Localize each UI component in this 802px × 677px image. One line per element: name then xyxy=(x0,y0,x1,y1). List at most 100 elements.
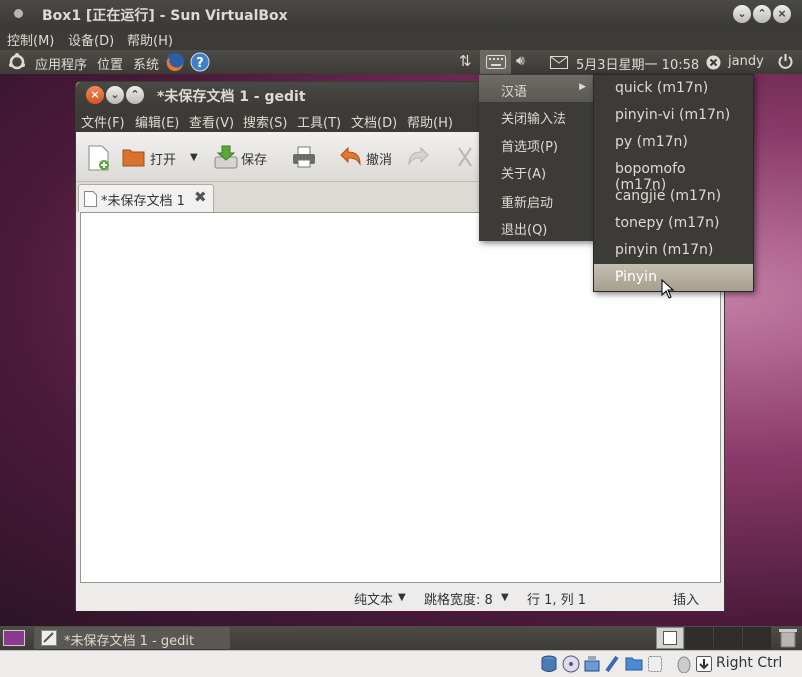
vbox-title: Box1 [正在运行] - Sun VirtualBox xyxy=(42,8,288,24)
show-desktop-icon[interactable] xyxy=(3,630,25,646)
menu-item-label: 汉语 xyxy=(501,85,528,100)
places-menu[interactable]: 位置 xyxy=(97,54,123,73)
im-pinyin-m17n[interactable]: pinyin (m17n) xyxy=(594,237,753,264)
open-dropdown-icon[interactable]: ▼ xyxy=(190,152,198,163)
gedit-statusbar: 纯文本 ▼ 跳格宽度: 8 ▼ 行 1, 列 1 插入 xyxy=(76,585,724,611)
network-icon[interactable]: ⇅ xyxy=(459,52,472,70)
firefox-icon[interactable] xyxy=(164,51,186,73)
host-key-icon[interactable] xyxy=(696,655,712,673)
mouse-cursor-icon xyxy=(661,279,675,299)
new-document-icon[interactable] xyxy=(88,145,110,171)
menu-item-chinese[interactable]: 汉语 ▶ xyxy=(479,75,594,102)
gedit-app-icon xyxy=(41,630,57,646)
menu-control[interactable]: 控制(M) xyxy=(7,30,54,49)
gedit-menu-file[interactable]: 文件(F) xyxy=(81,112,125,131)
im-py[interactable]: py (m17n) xyxy=(594,129,753,156)
mail-icon[interactable] xyxy=(550,56,568,69)
power-icon[interactable] xyxy=(777,53,794,70)
open-button[interactable]: 打开 xyxy=(150,149,176,168)
menu-item-label: 首选项(P) xyxy=(501,140,558,155)
redo-icon[interactable] xyxy=(407,146,431,168)
ubuntu-logo-icon[interactable] xyxy=(8,53,26,71)
open-icon[interactable] xyxy=(122,147,146,167)
tab-label: *未保存文档 1 xyxy=(101,194,185,209)
username[interactable]: jandy xyxy=(728,54,764,69)
window-menu-icon[interactable] xyxy=(14,9,23,18)
maximize-icon[interactable]: ⌃ xyxy=(753,5,771,23)
user-status-icon[interactable] xyxy=(706,55,721,70)
cd-icon[interactable] xyxy=(562,655,580,673)
syntax-selector[interactable]: 纯文本 xyxy=(354,589,393,608)
gedit-maximize-icon[interactable]: ⌃ xyxy=(126,86,144,104)
gedit-menu-edit[interactable]: 编辑(E) xyxy=(135,112,179,131)
im-bopomofo[interactable]: bopomofo (m17n) xyxy=(594,156,753,193)
gedit-minimize-icon[interactable]: ⌄ xyxy=(106,86,124,104)
menu-item-preferences[interactable]: 首选项(P) xyxy=(479,130,594,157)
document-tab[interactable]: *未保存文档 1 ✖ xyxy=(78,184,214,212)
menu-item-label: 重新启动 xyxy=(501,196,554,211)
workspace-window-icon xyxy=(663,631,677,645)
mouse-integration-icon[interactable] xyxy=(676,655,692,673)
workspace-1[interactable] xyxy=(656,627,684,649)
im-tonepy[interactable]: tonepy (m17n) xyxy=(594,210,753,237)
menu-item-restart[interactable]: 重新启动 xyxy=(479,186,594,213)
tab-width-dropdown-icon[interactable]: ▼ xyxy=(501,592,509,603)
vbox-titlebar: Box1 [正在运行] - Sun VirtualBox ⌄ ⌃ × xyxy=(0,0,802,28)
cut-icon[interactable] xyxy=(454,146,476,168)
menu-devices[interactable]: 设备(D) xyxy=(68,30,114,49)
undo-icon[interactable] xyxy=(338,146,362,168)
workspace-4[interactable] xyxy=(743,627,771,649)
save-button[interactable]: 保存 xyxy=(241,149,267,168)
workspace-3[interactable] xyxy=(714,627,742,649)
network-adapter-icon[interactable] xyxy=(584,655,600,673)
gedit-title: *未保存文档 1 - gedit xyxy=(157,89,306,105)
usb-icon[interactable] xyxy=(604,655,620,673)
gedit-menu-tools[interactable]: 工具(T) xyxy=(297,112,341,131)
menu-item-label: 关闭输入法 xyxy=(501,112,567,127)
input-method-button[interactable] xyxy=(480,50,511,74)
shared-folder-icon[interactable] xyxy=(625,656,643,671)
menu-help[interactable]: 帮助(H) xyxy=(127,30,173,49)
syntax-dropdown-icon[interactable]: ▼ xyxy=(398,592,406,603)
trash-icon[interactable] xyxy=(779,628,797,648)
im-pinyin-vi[interactable]: pinyin-vi (m17n) xyxy=(594,102,753,129)
tab-width-selector[interactable]: 跳格宽度: 8 xyxy=(424,589,493,608)
undo-button[interactable]: 撤消 xyxy=(366,149,392,168)
im-quick[interactable]: quick (m17n) xyxy=(594,75,753,102)
gedit-menu-view[interactable]: 查看(V) xyxy=(189,112,234,131)
bottom-panel: *未保存文档 1 - gedit xyxy=(0,626,802,650)
workspace-2[interactable] xyxy=(685,627,713,649)
tab-close-icon[interactable]: ✖ xyxy=(194,188,207,206)
video-capture-icon[interactable] xyxy=(647,655,663,673)
help-icon[interactable]: ? xyxy=(189,51,211,73)
input-method-submenu: quick (m17n) pinyin-vi (m17n) py (m17n) … xyxy=(593,74,754,292)
insert-mode: 插入 xyxy=(673,593,700,608)
minimize-icon[interactable]: ⌄ xyxy=(733,5,751,23)
gedit-close-icon[interactable]: × xyxy=(86,86,104,104)
menu-item-about[interactable]: 关于(A) xyxy=(479,157,594,184)
keyboard-icon xyxy=(486,55,506,69)
print-icon[interactable] xyxy=(292,146,316,168)
save-icon[interactable] xyxy=(214,145,238,169)
taskbar-item-gedit[interactable]: *未保存文档 1 - gedit xyxy=(34,627,230,649)
svg-text:?: ? xyxy=(196,56,204,71)
menu-item-quit[interactable]: 退出(Q) xyxy=(479,213,594,240)
submenu-arrow-icon: ▶ xyxy=(579,82,586,92)
menu-item-label: 关于(A) xyxy=(501,167,547,182)
menu-item-close-im[interactable]: 关闭输入法 xyxy=(479,102,594,129)
im-cangjie[interactable]: cangjie (m17n) xyxy=(594,183,753,210)
system-menu[interactable]: 系统 xyxy=(133,54,159,73)
top-panel: 应用程序 位置 系统 ? ⇅ 🔊︎ 5月3日星期一 10:58 jandy xyxy=(0,50,802,74)
gedit-menu-help[interactable]: 帮助(H) xyxy=(407,112,453,131)
clock[interactable]: 5月3日星期一 10:58 xyxy=(576,54,699,73)
taskbar-label: *未保存文档 1 - gedit xyxy=(64,634,195,649)
volume-icon[interactable]: 🔊︎ xyxy=(516,53,525,69)
vbox-menubar: 控制(M) 设备(D) 帮助(H) xyxy=(0,28,802,50)
document-icon xyxy=(84,191,97,207)
close-icon[interactable]: × xyxy=(773,5,791,23)
applications-menu[interactable]: 应用程序 xyxy=(35,54,87,73)
gedit-menu-search[interactable]: 搜索(S) xyxy=(243,112,287,131)
gedit-menu-documents[interactable]: 文档(D) xyxy=(351,112,397,131)
host-key-label: Right Ctrl xyxy=(716,655,783,671)
hard-disk-icon[interactable] xyxy=(541,655,557,673)
